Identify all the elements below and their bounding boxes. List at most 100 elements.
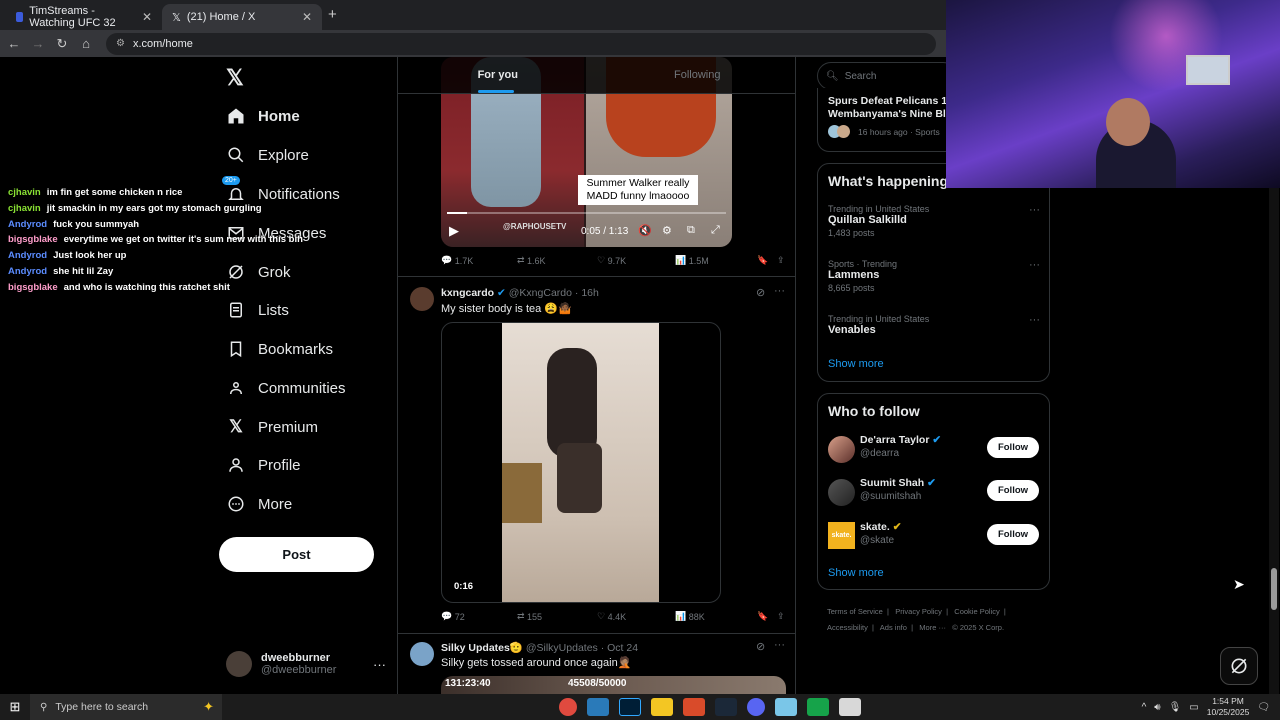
folder-icon[interactable] <box>651 698 673 716</box>
account-switcher[interactable]: dweebburner @dweebburner ··· <box>226 648 386 680</box>
tab-following[interactable]: Following <box>598 57 796 93</box>
author-handle[interactable]: @SilkyUpdates <box>526 642 598 654</box>
footer-link[interactable]: Accessibility <box>827 623 868 632</box>
nav-profile[interactable]: Profile <box>226 450 301 480</box>
more-options-icon[interactable]: ··· <box>373 657 386 672</box>
grok-icon[interactable]: ⊘ <box>756 286 765 299</box>
taskbar-search[interactable]: ⚲ Type here to search ✦ <box>30 694 222 720</box>
more-options-icon[interactable]: ··· <box>774 639 785 651</box>
share-icon[interactable]: ⇪ <box>777 255 785 266</box>
author-name[interactable]: Silky Updates🫡 <box>441 642 523 654</box>
close-tab-icon[interactable]: ✕ <box>142 10 152 24</box>
more-options-icon[interactable]: ··· <box>1029 204 1040 216</box>
back-icon[interactable]: ← <box>2 36 26 51</box>
post-button[interactable]: Post <box>219 537 374 572</box>
mute-icon[interactable]: 🔇 <box>638 224 652 237</box>
follow-suggestion[interactable]: skate. skate. ✔ @skate Follow <box>828 521 1040 551</box>
nav-home[interactable]: Home <box>226 101 300 131</box>
show-more-link[interactable]: Show more <box>828 358 884 370</box>
url-bar[interactable]: ⚙ x.com/home <box>106 32 936 55</box>
x-logo-icon[interactable]: 𝕏 <box>226 65 244 91</box>
browser-tab-x-home[interactable]: 𝕏 (21) Home / X ✕ <box>162 4 322 30</box>
home-icon[interactable]: ⌂ <box>74 36 98 51</box>
footer-link[interactable]: Privacy Policy <box>895 607 942 616</box>
bookmark-icon[interactable]: 🔖 <box>757 611 777 622</box>
clock[interactable]: 1:54 PM 10/25/2025 <box>1207 696 1250 718</box>
close-tab-icon[interactable]: ✕ <box>302 10 312 24</box>
repost-button[interactable]: ⇄ 1.6K <box>517 255 597 266</box>
settings-icon[interactable]: ⚙ <box>662 224 672 237</box>
nav-explore[interactable]: Explore <box>226 140 309 170</box>
follow-button[interactable]: Follow <box>987 437 1039 458</box>
grok-icon[interactable]: ⊘ <box>756 640 765 653</box>
repost-button[interactable]: ⇄ 155 <box>517 611 597 622</box>
footer-link[interactable]: Terms of Service <box>827 607 883 616</box>
forward-icon[interactable]: → <box>26 36 50 51</box>
more-options-icon[interactable]: ··· <box>1029 314 1040 326</box>
nav-bookmarks[interactable]: Bookmarks <box>226 334 333 364</box>
bookmark-icon[interactable]: 🔖 <box>757 255 777 266</box>
share-icon[interactable]: ⇪ <box>777 611 785 622</box>
scrollbar-thumb[interactable] <box>1271 568 1277 610</box>
more-options-icon[interactable]: ··· <box>774 285 785 297</box>
trend-item[interactable]: Trending in United States Venables ··· <box>828 314 1040 336</box>
steam-icon[interactable] <box>715 698 737 716</box>
mic-icon[interactable]: 🎙︎ <box>1169 702 1182 713</box>
network-icon[interactable]: ▭ <box>1189 702 1198 713</box>
news-card[interactable]: Spurs Defeat Pelicans 12 Wembanyama's Ni… <box>817 88 957 152</box>
post-time[interactable]: Oct 24 <box>607 642 638 654</box>
author-handle[interactable]: @KxngCardo <box>509 287 572 299</box>
play-icon[interactable]: ▶ <box>449 223 459 239</box>
notifications-icon[interactable]: 🗨︎ <box>1257 702 1270 713</box>
nav-communities[interactable]: Communities <box>226 373 346 403</box>
author-name[interactable]: kxngcardo <box>441 287 494 299</box>
browser-tab-timstreams[interactable]: TimStreams - Watching UFC 32 ✕ <box>6 4 162 30</box>
video-progress-track[interactable] <box>447 212 726 214</box>
site-info-icon[interactable]: ⚙ <box>116 38 125 49</box>
grok-floating-button[interactable] <box>1220 647 1258 685</box>
fullscreen-icon[interactable]: ⤢ <box>711 224 720 237</box>
follow-button[interactable]: Follow <box>987 480 1039 501</box>
video-player[interactable]: 0:16 <box>441 322 721 603</box>
pip-icon[interactable]: ⧉ <box>687 224 695 237</box>
brave-icon[interactable] <box>683 698 705 716</box>
more-options-icon[interactable]: ··· <box>1029 259 1040 271</box>
trend-item[interactable]: Trending in United States Quillan Salkil… <box>828 204 1040 238</box>
avatar[interactable] <box>410 642 434 666</box>
show-more-link[interactable]: Show more <box>828 567 884 579</box>
chevron-up-icon[interactable]: ^ <box>1142 702 1147 713</box>
discord-icon[interactable] <box>747 698 765 716</box>
windows-start-icon[interactable]: ⊞ <box>0 699 30 715</box>
chrome-icon[interactable] <box>559 698 577 716</box>
avatar[interactable] <box>410 287 434 311</box>
follow-suggestion[interactable]: Suumit Shah ✔ @suumitshah Follow <box>828 477 1040 507</box>
page-scrollbar[interactable] <box>1269 188 1279 694</box>
search-input[interactable]: 🔍︎ Search <box>817 62 957 90</box>
views-button[interactable]: 📊 88K <box>675 611 757 622</box>
vegas-icon[interactable] <box>587 698 609 716</box>
reload-icon[interactable]: ↻ <box>50 36 74 52</box>
app-icon[interactable] <box>775 698 797 716</box>
nav-lists[interactable]: Lists <box>226 295 289 325</box>
views-button[interactable]: 📊 1.5M <box>675 255 757 266</box>
speaker-icon[interactable]: 🔊︎ <box>1154 702 1160 713</box>
post-media[interactable]: 131:23:40 45508/50000 <box>441 676 786 694</box>
reply-button[interactable]: 💬 72 <box>441 611 517 622</box>
nav-premium[interactable]: 𝕏 Premium <box>226 412 318 442</box>
footer-link[interactable]: More ··· <box>919 623 946 632</box>
trend-item[interactable]: Sports · Trending Lammens 8,665 posts ··… <box>828 259 1040 293</box>
like-button[interactable]: ♡ 4.4K <box>597 611 675 622</box>
reply-button[interactable]: 💬 1.7K <box>441 255 517 266</box>
photoshop-icon[interactable] <box>619 698 641 716</box>
nav-grok[interactable]: Grok <box>226 257 291 287</box>
footer-link[interactable]: Ads info <box>880 623 907 632</box>
app-icon[interactable] <box>839 698 861 716</box>
follow-button[interactable]: Follow <box>987 524 1039 545</box>
footer-link[interactable]: Cookie Policy <box>954 607 999 616</box>
nav-more[interactable]: More <box>226 489 292 519</box>
post-time[interactable]: 16h <box>581 287 599 299</box>
follow-suggestion[interactable]: De'arra Taylor ✔ @dearra Follow <box>828 434 1040 464</box>
like-button[interactable]: ♡ 9.7K <box>597 255 675 266</box>
app-icon[interactable] <box>807 698 829 716</box>
new-tab-icon[interactable]: + <box>328 6 337 23</box>
